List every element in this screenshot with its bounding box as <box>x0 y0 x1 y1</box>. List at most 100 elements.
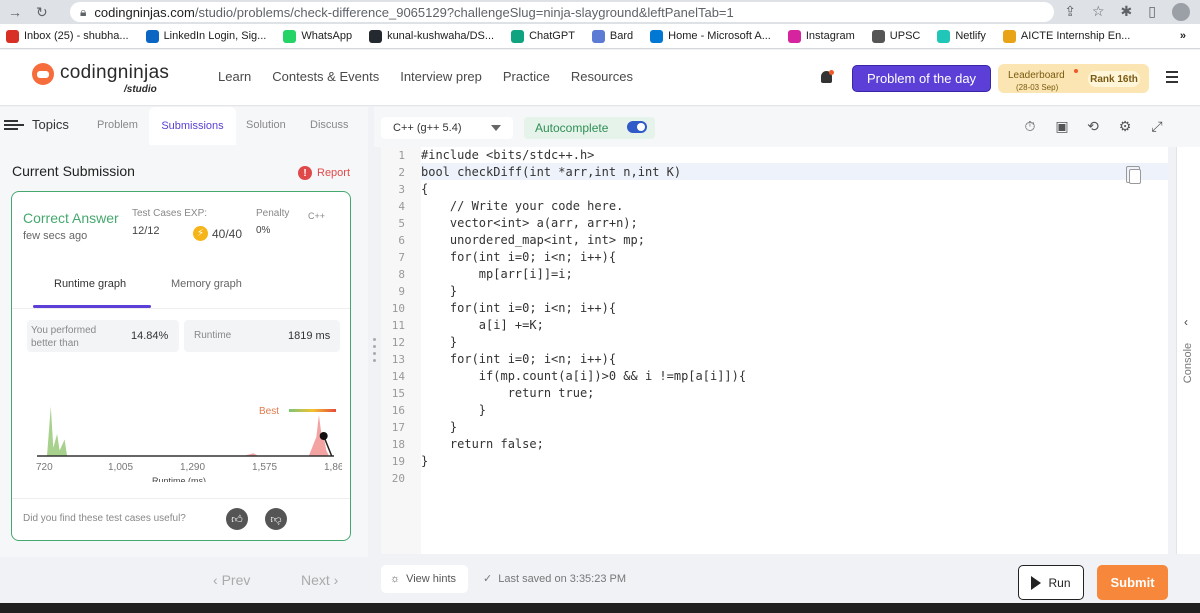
x-tick-label: 1,290 <box>180 462 205 473</box>
language-select[interactable]: C++ (g++ 5.4) <box>381 117 513 139</box>
report-button[interactable]: ! Report <box>298 166 350 180</box>
prev-button[interactable]: ‹ Prev <box>213 572 250 588</box>
bookmark-item[interactable]: WhatsApp <box>283 29 353 43</box>
reload-icon[interactable]: ↻ <box>36 4 48 21</box>
tab-discuss[interactable]: Discuss <box>310 119 349 131</box>
performance-value: 14.84% <box>131 330 169 342</box>
line-number: 2 <box>398 166 405 179</box>
nav-link[interactable]: Resources <box>571 69 633 84</box>
fullscreen-icon[interactable]: ⤢ <box>1149 118 1165 134</box>
x-tick-label: 1,860 <box>324 462 342 473</box>
bookmark-item[interactable]: LinkedIn Login, Sig... <box>145 29 266 43</box>
x-tick-label: 720 <box>36 462 53 473</box>
bookmarks-overflow-icon[interactable]: » <box>1180 30 1186 42</box>
console-label: Console <box>1182 342 1194 384</box>
nav-link[interactable]: Practice <box>503 69 550 84</box>
tab-submissions[interactable]: Submissions <box>149 107 236 145</box>
line-number: 18 <box>391 438 405 451</box>
browser-actions: ⇪ ☆ ✱ ▯ <box>1054 3 1200 21</box>
line-number: 8 <box>398 268 405 281</box>
bell-icon[interactable] <box>820 70 834 85</box>
bookmark-icon <box>871 29 885 43</box>
leaderboard-badge[interactable]: Leaderboard (28-03 Sep) Rank 16th <box>998 64 1149 93</box>
bookmark-item[interactable]: kunal-kushwaha/DS... <box>369 29 494 43</box>
line-number: 5 <box>398 217 405 230</box>
line-number: 13 <box>391 353 405 366</box>
panel-resize-handle[interactable] <box>373 338 377 368</box>
reset-icon[interactable]: ⟲ <box>1085 118 1101 134</box>
run-button[interactable]: Run <box>1018 565 1084 600</box>
tab-memory-graph[interactable]: Memory graph <box>171 278 242 290</box>
settings-icon[interactable]: ⚙︎ <box>1117 118 1133 134</box>
tab-solution[interactable]: Solution <box>246 119 286 131</box>
bookmark-label: WhatsApp <box>301 30 353 42</box>
browser-toolbar: → ↻ 🔒︎ codingninjas.com/studio/problems/… <box>0 0 1200 24</box>
tab-runtime-graph[interactable]: Runtime graph <box>54 278 126 290</box>
toggle-switch[interactable] <box>627 121 647 133</box>
runtime-label: Runtime <box>194 330 232 341</box>
bookmark-item[interactable]: Netlify <box>937 29 986 43</box>
lightning-icon: ⚡︎ <box>193 226 208 241</box>
bookmark-item[interactable]: UPSC <box>871 29 921 43</box>
code-line: if(mp.count(a[i])>0 && i !=mp[a[i]]){ <box>421 369 747 383</box>
bookmark-item[interactable]: ChatGPT <box>511 29 575 43</box>
bookmark-label: UPSC <box>889 30 921 42</box>
address-bar[interactable]: 🔒︎ codingninjas.com/studio/problems/chec… <box>70 2 1055 22</box>
code-line: for(int i=0; i<n; i++){ <box>421 352 617 366</box>
copy-icon[interactable] <box>1126 166 1141 184</box>
next-button[interactable]: Next › <box>301 572 338 588</box>
bookmark-item[interactable]: Bard <box>591 29 633 43</box>
bookmark-item[interactable]: Inbox (25) - shubha... <box>6 29 129 43</box>
code-line: } <box>421 335 458 349</box>
useful-question: Did you find these test cases useful? <box>23 513 186 524</box>
x-tick-label: 1,575 <box>252 462 277 473</box>
codingninjas-logo[interactable]: codingninjas /studio <box>32 60 172 98</box>
sidepanel-icon[interactable]: ▯ <box>1148 3 1156 21</box>
best-gradient-legend <box>289 409 336 412</box>
thumbs-down-icon[interactable]: 👎︎ <box>265 508 287 530</box>
view-hints-button[interactable]: ☼ View hints <box>381 565 468 593</box>
bookmark-item[interactable]: AICTE Internship En... <box>1002 29 1130 43</box>
topics-toggle[interactable]: Topics <box>4 117 69 132</box>
console-panel[interactable]: ‹ Console <box>1176 147 1200 554</box>
browser-nav: → ↻ <box>0 4 70 21</box>
menu-icon[interactable] <box>1166 71 1178 83</box>
save-icon[interactable]: ▣ <box>1054 118 1070 134</box>
extensions-icon[interactable]: ✱ <box>1121 3 1133 21</box>
forward-icon[interactable]: → <box>8 4 22 21</box>
topics-label: Topics <box>32 117 69 132</box>
bookmark-item[interactable]: Instagram <box>787 29 855 43</box>
bookmark-icon <box>145 29 159 43</box>
play-icon <box>1031 575 1042 590</box>
nav-link[interactable]: Learn <box>218 69 251 84</box>
star-icon[interactable]: ☆ <box>1092 3 1105 21</box>
nav-link[interactable]: Contests & Events <box>272 69 379 84</box>
code-line: for(int i=0; i<n; i++){ <box>421 301 617 315</box>
bookmark-icon <box>591 29 605 43</box>
logo-mark <box>32 63 54 85</box>
code-line: return false; <box>421 437 544 451</box>
autocomplete-toggle[interactable]: Autocomplete <box>524 117 655 139</box>
editor-toolbar: C++ (g++ 5.4) Autocomplete ⏱︎ ▣ ⟲ ⚙︎ ⤢ <box>374 107 1200 147</box>
bookmark-item[interactable]: Home - Microsoft A... <box>650 29 771 43</box>
thumbs-up-icon[interactable]: 👍︎ <box>226 508 248 530</box>
problem-of-the-day-button[interactable]: Problem of the day <box>852 65 991 92</box>
tab-problem[interactable]: Problem <box>97 119 138 131</box>
nav-link[interactable]: Interview prep <box>400 69 482 84</box>
line-number: 17 <box>391 421 405 434</box>
bookmark-icon <box>1002 29 1016 43</box>
bookmark-icon <box>650 29 664 43</box>
top-nav: Learn Contests & Events Interview prep Prac… <box>218 69 633 84</box>
current-submission-title: Current Submission <box>12 163 135 179</box>
submit-button[interactable]: Submit <box>1097 565 1168 600</box>
runtime-chart: Best 720 1,005 1,290 1,575 1,860 Runtime (ms) <box>36 406 342 482</box>
line-number: 6 <box>398 234 405 247</box>
share-icon[interactable]: ⇪ <box>1064 3 1076 21</box>
timer-icon[interactable]: ⏱︎ <box>1022 118 1038 134</box>
code-editor[interactable]: 1 2 3 4 5 6 7 8 9 10 11 12 13 14 15 16 17 18 19 20 #include… <box>381 147 1168 554</box>
chevron-left-icon[interactable]: ‹ <box>1184 315 1188 329</box>
left-tabs: Topics Problem Submissions Solution Disc… <box>0 107 368 145</box>
code-line: { <box>421 182 429 196</box>
profile-avatar[interactable] <box>1172 3 1190 21</box>
performance-label: You performed better than <box>31 325 97 349</box>
